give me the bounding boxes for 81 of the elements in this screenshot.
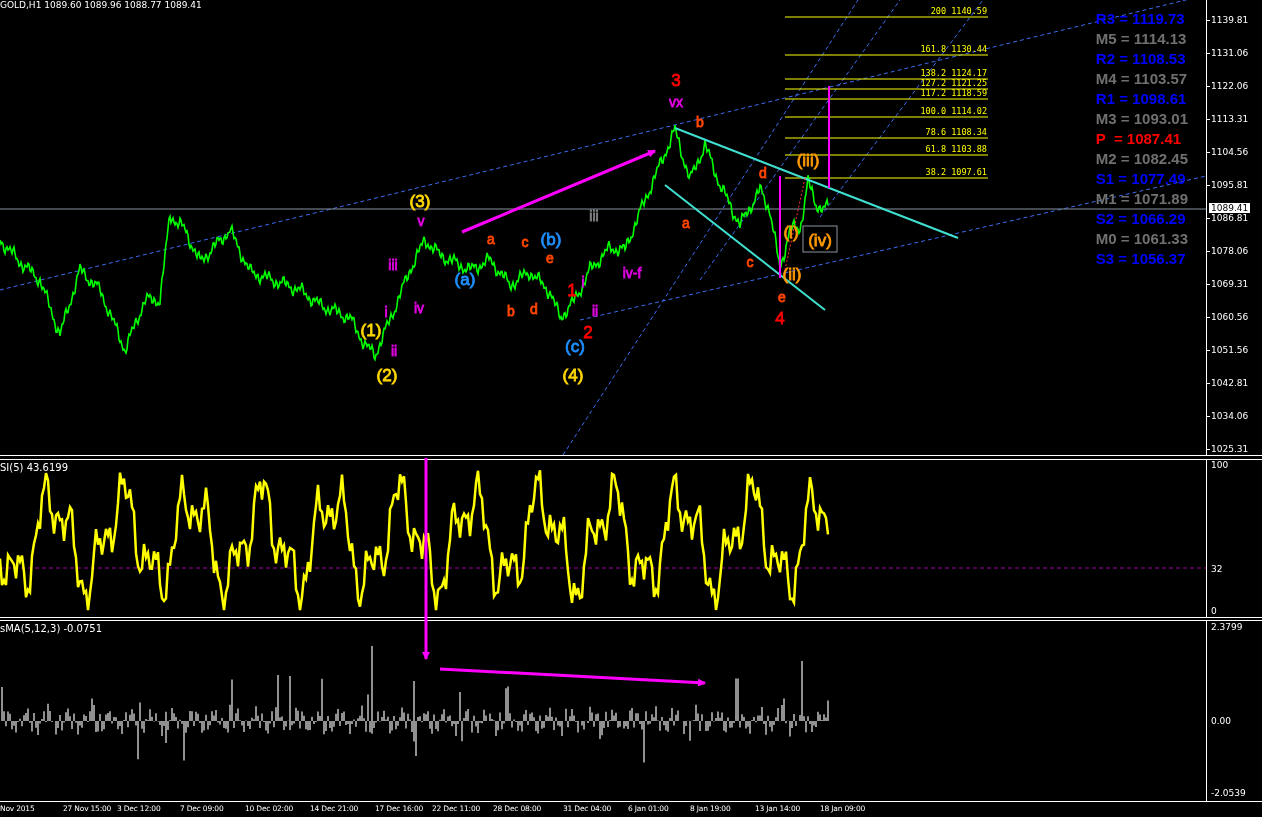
current-price-label: 1089.41	[1209, 203, 1251, 213]
pivot-level-label: S3 = 1056.37	[1095, 249, 1186, 269]
wave-label: (3)	[409, 192, 431, 211]
fib-level-label: 61.8 1103.88	[925, 144, 987, 154]
axis-label: 1051.56	[1211, 345, 1249, 355]
pivot-level-label: R3 = 1119.73	[1095, 9, 1185, 29]
wave-label: c	[746, 254, 754, 270]
wave-label: 1	[567, 281, 577, 300]
fib-level-label: 38.2 1097.61	[925, 167, 987, 177]
wave-label: iii	[589, 208, 599, 224]
axis-label: 1131.06	[1211, 48, 1249, 58]
fib-level-label: 161.8 1130.44	[920, 44, 987, 54]
pivot-level-label: M0 = 1061.33	[1095, 229, 1188, 249]
wave-label: (ii)	[782, 265, 802, 284]
wave-label: a	[682, 215, 690, 231]
wave-label: (iv)	[808, 231, 832, 250]
wave-label: (4)	[562, 366, 584, 385]
axis-label: 1095.81	[1211, 180, 1249, 190]
wave-label: vx	[669, 94, 683, 110]
chart-title: GOLD,H1 1089.60 1089.96 1088.77 1089.41	[0, 0, 202, 10]
wave-label: (a)	[454, 270, 476, 289]
wave-label: (b)	[540, 230, 562, 249]
pivot-level-label: M4 = 1103.57	[1095, 69, 1188, 89]
wave-label: d	[759, 165, 767, 181]
axis-label: 1060.56	[1211, 312, 1249, 322]
axis-label: 1086.81	[1211, 213, 1249, 223]
wave-label: (1)	[360, 321, 382, 340]
pivot-level-label: M2 = 1082.45	[1095, 149, 1188, 169]
wave-label: a	[487, 231, 495, 247]
wave-label: 3	[671, 71, 681, 90]
fib-level-label: 78.6 1108.34	[925, 127, 987, 137]
fib-level-label: 127.2 1121.25	[920, 78, 987, 88]
indicator-title: sMA(5,12,3) -0.0751	[0, 623, 103, 634]
wave-label: (2)	[376, 366, 398, 385]
pivot-level-label: S1 = 1077.49	[1095, 169, 1186, 189]
axis-label: 1113.31	[1211, 114, 1249, 124]
axis-label: 1122.06	[1211, 81, 1249, 91]
wave-label: b	[507, 303, 515, 319]
fib-level-label: 200 1140.59	[930, 6, 987, 16]
axis-label: -2.0539	[1211, 788, 1246, 798]
wave-label: 4	[775, 309, 785, 328]
wave-label: v	[417, 213, 425, 229]
pivot-level-label: R1 = 1098.61	[1095, 89, 1187, 109]
axis-label: 100	[1211, 460, 1229, 470]
wave-label: (c)	[565, 337, 585, 356]
wave-label: d	[530, 301, 538, 317]
axis-label: 1042.81	[1211, 378, 1249, 388]
fib-level-label: 100.0 1114.02	[920, 106, 987, 116]
wave-label: e	[546, 250, 554, 266]
wave-label: b	[696, 114, 704, 130]
axis-label: 1034.06	[1211, 411, 1249, 421]
wave-label: i	[581, 274, 585, 290]
axis-label: 2.3799	[1211, 622, 1243, 632]
wave-label: e	[778, 289, 786, 305]
indicator-title: SI(5) 43.6199	[0, 462, 68, 473]
pivot-level-label: M3 = 1093.01	[1095, 109, 1188, 129]
axis-label: 1104.56	[1211, 147, 1249, 157]
pivot-level-label: M1 = 1071.89	[1095, 189, 1188, 209]
axis-label: 1025.31	[1211, 444, 1249, 454]
label-frame	[802, 225, 838, 253]
pivot-level-label: R2 = 1108.53	[1095, 49, 1186, 69]
wave-label: ii	[591, 303, 599, 319]
fib-level-label: 138.2 1124.17	[920, 68, 987, 78]
pivot-level-label: S2 = 1066.29	[1095, 209, 1186, 229]
axis-label: 0.00	[1211, 716, 1232, 726]
axis-label: 1078.06	[1211, 246, 1249, 256]
wave-label: iii	[388, 257, 398, 273]
wave-label: iv	[413, 300, 425, 316]
wave-label: i	[384, 304, 388, 320]
wave-label: (iii)	[796, 151, 820, 170]
axis-label: 32	[1211, 564, 1223, 574]
wave-label: iv-f	[622, 265, 642, 281]
pivot-level-label: M5 = 1114.13	[1095, 29, 1187, 49]
pivot-level-label: P = 1087.41	[1095, 129, 1182, 149]
axis-label: 1139.81	[1211, 15, 1249, 25]
wave-label: c	[521, 234, 529, 250]
axis-label: 0	[1211, 606, 1217, 616]
wave-label: ii	[390, 343, 398, 359]
fib-level-label: 117.2 1118.59	[920, 88, 987, 98]
axis-label: 1069.31	[1211, 279, 1249, 289]
wave-label: 2	[583, 323, 593, 342]
